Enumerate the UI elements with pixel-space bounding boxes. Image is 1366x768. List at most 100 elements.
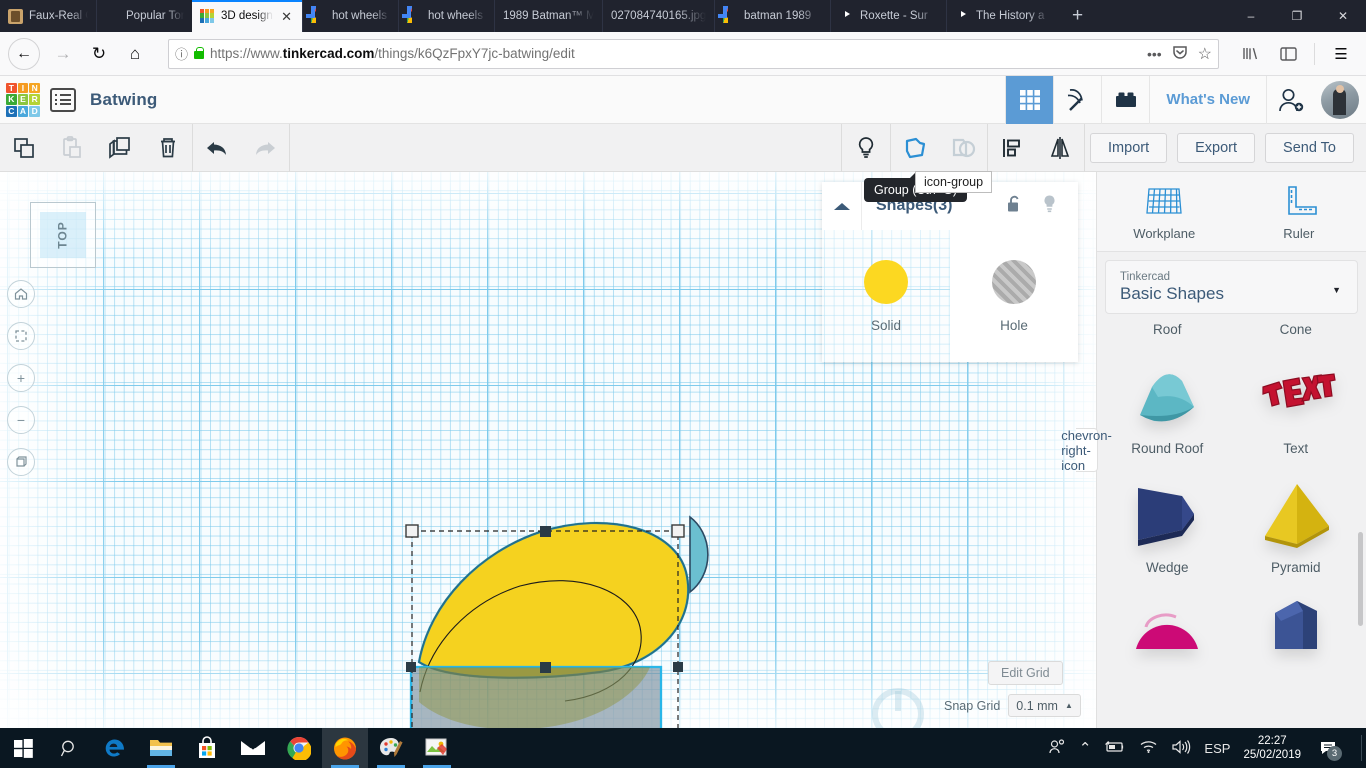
- hole-option[interactable]: Hole: [950, 230, 1078, 362]
- browser-tab[interactable]: 1989 Batman™ Mo: [494, 0, 602, 32]
- people-icon[interactable]: [1048, 738, 1066, 758]
- browser-tab[interactable]: Popular Torre: [96, 0, 192, 32]
- zoom-out-icon[interactable]: −: [7, 406, 35, 434]
- battery-charging-icon[interactable]: [1104, 740, 1126, 757]
- pickaxe-icon[interactable]: [1053, 75, 1101, 124]
- home-icon[interactable]: [7, 280, 35, 308]
- perspective-icon[interactable]: [7, 448, 35, 476]
- export-button[interactable]: Export: [1177, 132, 1256, 163]
- shape-label: Round Roof: [1131, 441, 1204, 456]
- browser-tab[interactable]: Roxette - Sur: [830, 0, 946, 32]
- sidebar-tool-ruler[interactable]: Ruler: [1232, 172, 1366, 251]
- clock[interactable]: 22:27 25/02/2019: [1243, 734, 1301, 762]
- address-bar[interactable]: ⓘ https://www.tinkercad.com/things/k6QzF…: [168, 38, 1219, 69]
- undo-icon[interactable]: [193, 124, 241, 172]
- search-icon[interactable]: [46, 728, 92, 768]
- chevron-up-icon[interactable]: [822, 182, 862, 230]
- browser-tab[interactable]: Faux-Real Co: [0, 0, 96, 32]
- shape-item-pyramid[interactable]: Pyramid: [1232, 456, 1361, 575]
- microsoft-store-icon[interactable]: [184, 728, 230, 768]
- windows-start-icon[interactable]: [0, 728, 46, 768]
- edit-grid-button[interactable]: Edit Grid: [988, 661, 1063, 685]
- wifi-icon[interactable]: [1139, 739, 1158, 757]
- view-cube[interactable]: TOP: [30, 202, 96, 268]
- tinkercad-logo-icon[interactable]: T I N K E R C A D: [6, 82, 40, 117]
- minimize-button[interactable]: –: [1228, 0, 1274, 32]
- fit-view-icon[interactable]: [7, 322, 35, 350]
- lightbulb-icon[interactable]: [842, 124, 890, 172]
- back-button[interactable]: ←: [8, 37, 40, 70]
- window-controls: – ❐ ✕: [1228, 0, 1366, 32]
- info-icon[interactable]: ⓘ: [175, 44, 188, 63]
- home-button[interactable]: ⌂: [118, 37, 152, 71]
- browser-tab[interactable]: hot wheels ba: [398, 0, 494, 32]
- workplane-icon: [1146, 187, 1182, 214]
- new-tab-button[interactable]: +: [1058, 0, 1097, 32]
- shape-item-text[interactable]: Text: [1232, 337, 1361, 456]
- snap-grid-select[interactable]: 0.1 mm ▲: [1008, 694, 1081, 717]
- duplicate-icon[interactable]: [96, 124, 144, 172]
- mirror-icon[interactable]: [1036, 124, 1084, 172]
- delete-icon[interactable]: [144, 124, 192, 172]
- list-menu-icon[interactable]: [50, 87, 76, 112]
- google-icon: [407, 6, 422, 24]
- language-indicator[interactable]: ESP: [1204, 741, 1230, 756]
- bookmark-star-icon[interactable]: ☆: [1198, 44, 1212, 64]
- edge-icon[interactable]: [92, 728, 138, 768]
- google-icon: [311, 6, 326, 24]
- notification-icon[interactable]: 3: [1314, 728, 1342, 768]
- mail-icon[interactable]: [230, 728, 276, 768]
- shape-item-hemisphere[interactable]: [1103, 575, 1232, 655]
- browser-tab[interactable]: 027084740165.jpg: [602, 0, 714, 32]
- shape-item-round-roof[interactable]: Round Roof: [1103, 337, 1232, 456]
- add-person-icon[interactable]: [1266, 75, 1314, 124]
- shape-label: Pyramid: [1270, 560, 1321, 575]
- hamburger-menu-icon[interactable]: ☰: [1324, 37, 1358, 71]
- solid-option[interactable]: Solid: [822, 230, 950, 362]
- maximize-button[interactable]: ❐: [1274, 0, 1320, 32]
- browser-tab-active[interactable]: 3D design ✕: [192, 0, 302, 32]
- sidebar-tool-workplane[interactable]: Workplane: [1097, 172, 1232, 251]
- close-window-button[interactable]: ✕: [1320, 0, 1366, 32]
- whats-new-link[interactable]: What's New: [1149, 75, 1266, 124]
- forward-button[interactable]: →: [46, 37, 80, 71]
- library-icon[interactable]: [1233, 37, 1267, 71]
- chrome-icon[interactable]: [276, 728, 322, 768]
- youtube-icon: [839, 9, 854, 24]
- user-avatar[interactable]: [1321, 80, 1359, 119]
- unlock-icon[interactable]: [1007, 194, 1023, 219]
- photo-viewer-icon[interactable]: [414, 728, 460, 768]
- pocket-icon[interactable]: [1172, 44, 1188, 63]
- browser-tab[interactable]: The History a: [946, 0, 1058, 32]
- solid-swatch: [864, 259, 908, 304]
- tab-label: 3D design: [221, 10, 273, 22]
- lightbulb-icon[interactable]: [1041, 194, 1058, 219]
- reload-button[interactable]: ↻: [82, 37, 116, 71]
- firefox-icon[interactable]: [322, 728, 368, 768]
- shape-collection-select[interactable]: Tinkercad Basic Shapes ▼: [1105, 260, 1358, 314]
- grid-view-icon[interactable]: [1005, 75, 1054, 124]
- import-button[interactable]: Import: [1090, 132, 1168, 163]
- panel-expander-button[interactable]: chevron-right-icon: [1061, 428, 1112, 473]
- close-icon[interactable]: ✕: [279, 10, 294, 23]
- sidebar-icon[interactable]: [1271, 37, 1305, 71]
- file-explorer-icon[interactable]: [138, 728, 184, 768]
- system-tray: ⌃ ESP 22:27 25/02/2019 3: [1048, 728, 1366, 768]
- shape-item-polygon-prism[interactable]: [1232, 575, 1361, 655]
- send-to-button[interactable]: Send To: [1265, 132, 1354, 163]
- chevron-up-icon[interactable]: ⌃: [1079, 739, 1092, 757]
- sidebar-scrollbar[interactable]: [1358, 532, 1363, 626]
- group-icon[interactable]: [891, 124, 939, 172]
- paint-icon[interactable]: [368, 728, 414, 768]
- page-actions-icon[interactable]: •••: [1147, 46, 1162, 62]
- browser-tab[interactable]: hot wheels ba: [302, 0, 398, 32]
- align-icon[interactable]: [988, 124, 1036, 172]
- show-desktop-button[interactable]: [1361, 735, 1362, 761]
- shape-item-wedge[interactable]: Wedge: [1103, 456, 1232, 575]
- page-title: Batwing: [90, 89, 158, 109]
- volume-icon[interactable]: [1171, 739, 1191, 758]
- zoom-in-icon[interactable]: +: [7, 364, 35, 392]
- browser-tab[interactable]: batman 1989: [714, 0, 830, 32]
- lego-brick-icon[interactable]: [1101, 75, 1149, 124]
- copy-icon[interactable]: [0, 124, 48, 172]
